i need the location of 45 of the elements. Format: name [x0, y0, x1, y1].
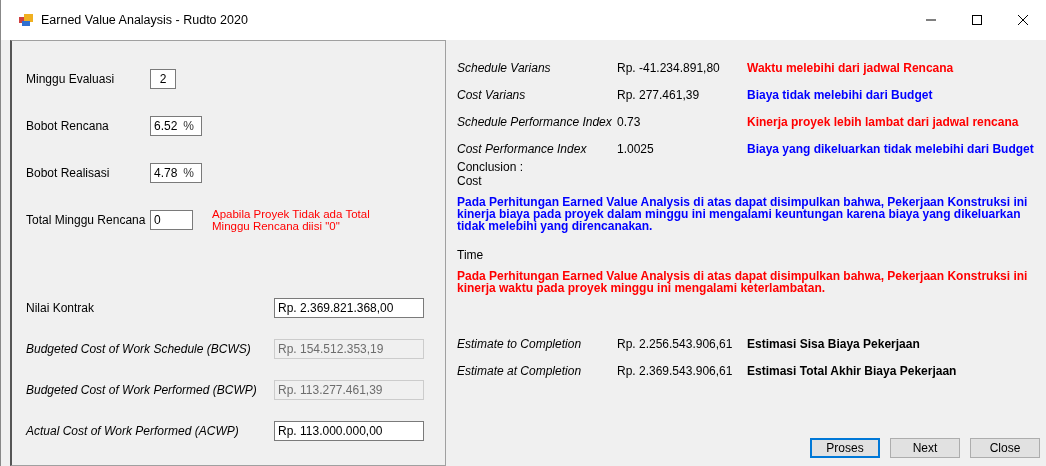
metric-label: Schedule Performance Index — [457, 114, 613, 129]
conclusion-text: Pada Perhitungan Earned Value Analysis di atas dapat disimpulkan bahwa, Pekerjaan Konstruksi ini kinerja biaya pada proyek dalam minggu ini mengalami keuntungan karena biaya yang dikeluarkan tidak melebihi yang direncanakan. — [457, 196, 1029, 232]
field-label: Minggu Evaluasi — [26, 71, 116, 86]
percent-field[interactable]: 4.78 % — [150, 162, 202, 183]
field-label: Bobot Realisasi — [26, 165, 111, 180]
section-title: Time — [457, 248, 485, 262]
metric-value: 1.0025 — [617, 141, 655, 156]
metric-remark: Biaya tidak melebihi dari Budget — [747, 87, 933, 102]
metric-label: Cost Varians — [457, 87, 527, 102]
field-label: Budgeted Cost of Work Schedule (BCWS) — [26, 341, 252, 356]
field-label: Budgeted Cost of Work Performed (BCWP) — [26, 382, 258, 397]
week-field[interactable]: 2 — [150, 68, 176, 89]
amount-field[interactable]: Rp. 113.000.000,00 — [274, 420, 424, 441]
field-label: Total Minggu Rencana — [26, 212, 147, 227]
amount-field[interactable]: Rp. 2.369.821.368,00 — [274, 297, 424, 318]
action-button[interactable]: Close — [970, 438, 1040, 458]
action-button[interactable]: Proses — [810, 438, 880, 458]
metric-label: Cost Performance Index — [457, 141, 588, 156]
percent-field[interactable]: 6.52 % — [150, 115, 202, 136]
metric-value: Rp. 277.461,39 — [617, 87, 701, 102]
field-label: Actual Cost of Work Performed (ACWP) — [26, 423, 240, 438]
estimate-value: Rp. 2.256.543.906,61 — [617, 336, 734, 351]
estimate-label: Estimate at Completion — [457, 363, 583, 378]
estimate-label: Estimate to Completion — [457, 336, 583, 351]
section-title: Cost — [457, 174, 483, 188]
metric-remark: Biaya yang dikeluarkan tidak melebihi dari Budget — [747, 141, 1034, 156]
metric-value: Rp. -41.234.891,80 — [617, 60, 721, 75]
conclusion-text: Pada Perhitungan Earned Value Analysis di atas dapat disimpulkan bahwa, Pekerjaan Konstruksi ini kinerja waktu pada proyek minggu ini mengalami keterlambatan. — [457, 270, 1029, 294]
field-label: Nilai Kontrak — [26, 300, 96, 315]
conclusion-heading: Conclusion : — [457, 160, 525, 174]
window-title: Earned Value Analaysis - Rudto 2020 — [41, 13, 248, 27]
metric-remark: Kinerja proyek lebih lambat dari jadwal rencana — [747, 114, 1019, 129]
field-label: Bobot Rencana — [26, 118, 110, 133]
estimate-value: Rp. 2.369.543.906,61 — [617, 363, 734, 378]
metric-remark: Waktu melebihi dari jadwal Rencana — [747, 60, 954, 75]
week-field[interactable]: 0 — [150, 209, 193, 230]
action-button[interactable]: Next — [890, 438, 960, 458]
metric-label: Schedule Varians — [457, 60, 552, 75]
metric-value: 0.73 — [617, 114, 642, 129]
estimate-remark: Estimasi Sisa Biaya Pekerjaan — [747, 336, 920, 351]
close-icon — [1018, 15, 1028, 25]
hint-text: Apabila Proyek Tidak ada Total Minggu Rencana diisi "0" — [212, 207, 371, 232]
estimate-remark: Estimasi Total Akhir Biaya Pekerjaan — [747, 363, 957, 378]
maximize-icon — [972, 15, 982, 25]
app-icon — [19, 14, 33, 26]
